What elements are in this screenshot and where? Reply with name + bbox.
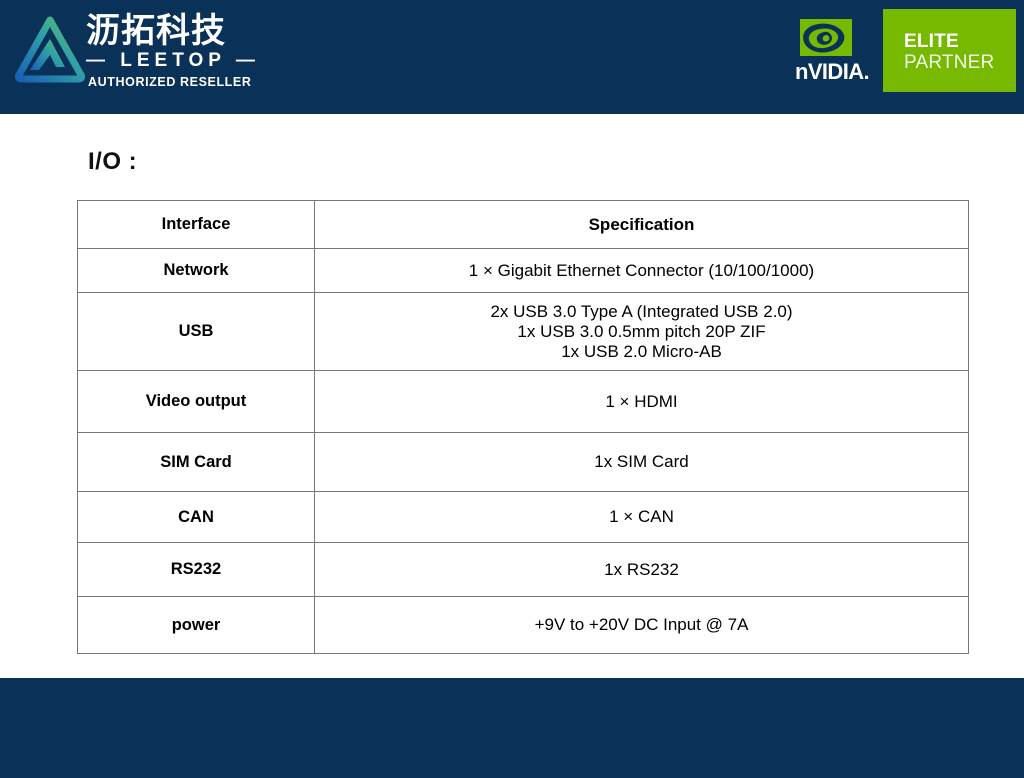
cell-spec-video-output: 1 × HDMI: [314, 370, 969, 433]
spec-line-list: 2x USB 3.0 Type A (Integrated USB 2.0) 1…: [319, 302, 964, 362]
cell-interface-sim-card: SIM Card: [77, 432, 315, 492]
cell-spec-power: +9V to +20V DC Input @ 7A: [314, 596, 969, 654]
page-title: I/O :: [88, 148, 138, 175]
leetop-tagline: AUTHORIZED RESELLER: [88, 75, 252, 89]
leetop-latin-name: — LEETOP —: [86, 50, 260, 71]
nvidia-brand-lockup: nVIDIA.: [795, 18, 877, 86]
column-header-interface: Interface: [77, 200, 315, 249]
cell-spec-network: 1 × Gigabit Ethernet Connector (10/100/1…: [314, 248, 969, 293]
table-row: CAN 1 × CAN: [77, 491, 969, 543]
table-row: Video output 1 × HDMI: [77, 370, 969, 433]
cell-spec-sim-card: 1x SIM Card: [314, 432, 969, 492]
cell-spec-rs232: 1x RS232: [314, 542, 969, 597]
spec-line: 2x USB 3.0 Type A (Integrated USB 2.0): [490, 301, 793, 321]
table-row: RS232 1x RS232: [77, 542, 969, 597]
cell-interface-usb: USB: [77, 292, 315, 371]
cell-interface-power: power: [77, 596, 315, 654]
table-header-row: Interface Specification: [77, 200, 969, 249]
spec-line: 1x USB 2.0 Micro-AB: [561, 341, 722, 361]
cell-interface-network: Network: [77, 248, 315, 293]
cell-interface-can: CAN: [77, 491, 315, 543]
leetop-brand-lockup: 沥拓科技 — LEETOP — AUTHORIZED RESELLER: [8, 6, 288, 106]
cell-interface-rs232: RS232: [77, 542, 315, 597]
nvidia-elite-partner-badge: ELITE PARTNER: [883, 9, 1016, 92]
elite-partner-line2: PARTNER: [904, 52, 995, 73]
leetop-triangle-logo-icon: [12, 12, 88, 88]
header-bar: 沥拓科技 — LEETOP — AUTHORIZED RESELLER nVID…: [0, 0, 1024, 114]
io-specification-table: Interface Specification Network 1 × Giga…: [77, 200, 969, 654]
leetop-wordmark: 沥拓科技 — LEETOP — AUTHORIZED RESELLER: [86, 12, 286, 90]
table-row: SIM Card 1x SIM Card: [77, 432, 969, 492]
elite-partner-line1: ELITE: [904, 31, 959, 52]
footer-bar: [0, 678, 1024, 778]
nvidia-eye-icon: [798, 18, 856, 60]
table-row: power +9V to +20V DC Input @ 7A: [77, 596, 969, 654]
leetop-chinese-name: 沥拓科技: [86, 11, 226, 51]
nvidia-wordmark: nVIDIA.: [795, 59, 870, 84]
cell-spec-usb: 2x USB 3.0 Type A (Integrated USB 2.0) 1…: [314, 292, 969, 371]
cell-spec-can: 1 × CAN: [314, 491, 969, 543]
column-header-specification: Specification: [314, 200, 969, 249]
table-row: USB 2x USB 3.0 Type A (Integrated USB 2.…: [77, 292, 969, 371]
table-row: Network 1 × Gigabit Ethernet Connector (…: [77, 248, 969, 293]
spec-line: 1x USB 3.0 0.5mm pitch 20P ZIF: [517, 321, 766, 341]
cell-interface-video-output: Video output: [77, 370, 315, 433]
